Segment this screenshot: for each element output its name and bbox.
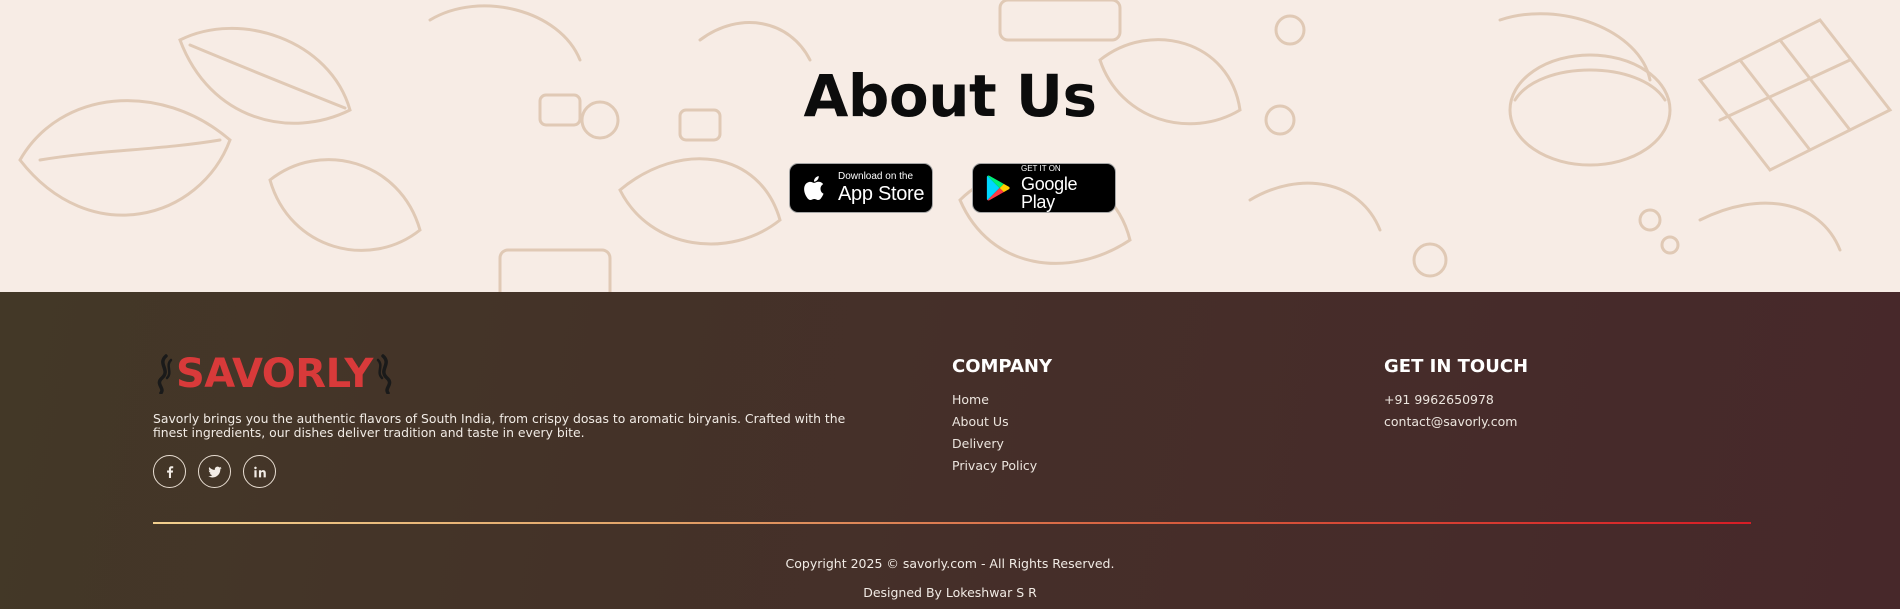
steam-left-icon — [157, 354, 173, 394]
app-store-big-text: App Store — [838, 183, 925, 205]
contact-email[interactable]: contact@savorly.com — [1384, 415, 1517, 437]
copyright-text: Copyright 2025 © savorly.com - All Right… — [785, 556, 1115, 571]
footer-link-home[interactable]: Home — [952, 393, 1037, 415]
brand-description: Savorly brings you the authentic flavors… — [153, 411, 846, 440]
food-illustration-background — [18, 0, 1893, 292]
footer-link-privacy-policy[interactable]: Privacy Policy — [952, 459, 1037, 481]
footer-link-about-us[interactable]: About Us — [952, 415, 1037, 437]
social-links — [153, 455, 276, 488]
company-links: Home About Us Delivery Privacy Policy — [952, 393, 1037, 481]
about-title: About Us — [803, 62, 1097, 130]
google-play-big-text: Google Play — [1021, 174, 1078, 212]
company-heading: COMPANY — [952, 356, 1052, 377]
steam-right-icon — [376, 354, 392, 394]
site-footer: SAVORLY Savorly brings you the authentic… — [0, 292, 1900, 609]
contact-phone[interactable]: +91 9962650978 — [1384, 393, 1517, 415]
twitter-icon — [207, 466, 222, 477]
google-play-badge[interactable]: GET IT ON Google Play — [972, 163, 1116, 213]
google-play-icon — [986, 175, 1010, 201]
google-play-small-text: GET IT ON — [1021, 164, 1061, 173]
contact-list: +91 9962650978 contact@savorly.com — [1384, 393, 1517, 437]
get-in-touch-heading: GET IN TOUCH — [1384, 356, 1529, 377]
app-store-badge[interactable]: Download on the App Store — [789, 163, 933, 213]
brand-name: SAVORLY — [176, 351, 373, 397]
footer-divider — [153, 522, 1751, 524]
brand-logo[interactable]: SAVORLY — [153, 354, 396, 394]
apple-icon — [804, 176, 824, 201]
footer-link-delivery[interactable]: Delivery — [952, 437, 1037, 459]
twitter-link[interactable] — [198, 455, 231, 488]
facebook-link[interactable] — [153, 455, 186, 488]
linkedin-link[interactable] — [243, 455, 276, 488]
linkedin-icon — [253, 466, 266, 477]
about-section: About Us Download on the App Store GET I… — [0, 0, 1900, 292]
app-store-small-text: Download on the — [838, 171, 914, 182]
facebook-icon — [166, 465, 173, 478]
designer-credit: Designed By Lokeshwar S R — [863, 585, 1037, 600]
